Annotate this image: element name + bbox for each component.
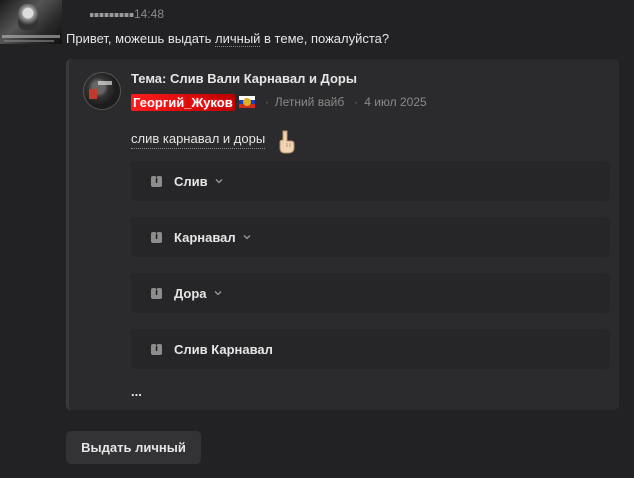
spoiler-slив[interactable]: i Слив — [131, 161, 610, 201]
quote-author-name[interactable]: Георгий_Жуков — [131, 93, 235, 111]
pointing-down-hand-icon — [277, 129, 295, 155]
spoiler-label: Карнавал — [174, 229, 236, 245]
message-time: 14:48 — [134, 7, 165, 21]
message-text: Привет, можешь выдать личный в теме, пож… — [66, 31, 390, 47]
quote-author-avatar[interactable] — [83, 72, 121, 110]
spoiler-label: Слив Карнавал — [174, 341, 273, 357]
info-icon: i — [151, 343, 162, 355]
quote-title[interactable]: Тема: Слив Вали Карнавал и Доры — [131, 71, 357, 86]
quote-forum[interactable]: Летний вайб — [275, 95, 345, 109]
spoiler-dora[interactable]: i Дора — [131, 273, 610, 313]
quote-body: слив карнавал и доры — [131, 127, 295, 155]
sender-name-obscured — [66, 7, 134, 19]
quoted-post: Тема: Слив Вали Карнавал и Доры Георгий_… — [66, 59, 619, 410]
sender-avatar[interactable] — [0, 0, 62, 44]
quote-more-indicator[interactable]: ... — [131, 384, 142, 399]
meta-separator: · — [264, 95, 269, 109]
info-icon: i — [151, 231, 162, 243]
spoiler-karnaval[interactable]: i Карнавал — [131, 217, 610, 257]
spoiler-label: Дора — [174, 285, 207, 301]
quote-date: 4 июл 2025 — [364, 95, 427, 109]
info-icon: i — [151, 287, 162, 299]
grant-access-button[interactable]: Выдать личный — [66, 431, 201, 464]
meta-separator: · — [354, 95, 359, 109]
spoiler-sliv-karnaval[interactable]: i Слив Карнавал — [131, 329, 610, 369]
chevron-down-icon — [243, 235, 251, 240]
info-icon: i — [151, 175, 162, 187]
message-highlighted-word: личный — [215, 31, 261, 47]
quote-body-text: слив карнавал и доры — [131, 131, 266, 149]
quote-meta: Георгий_Жуков · Летний вайб · 4 июл 2025 — [131, 93, 427, 111]
chevron-down-icon — [214, 291, 222, 296]
chevron-down-icon — [215, 179, 223, 184]
russia-flag-icon — [238, 96, 255, 108]
spoiler-label: Слив — [174, 173, 208, 189]
